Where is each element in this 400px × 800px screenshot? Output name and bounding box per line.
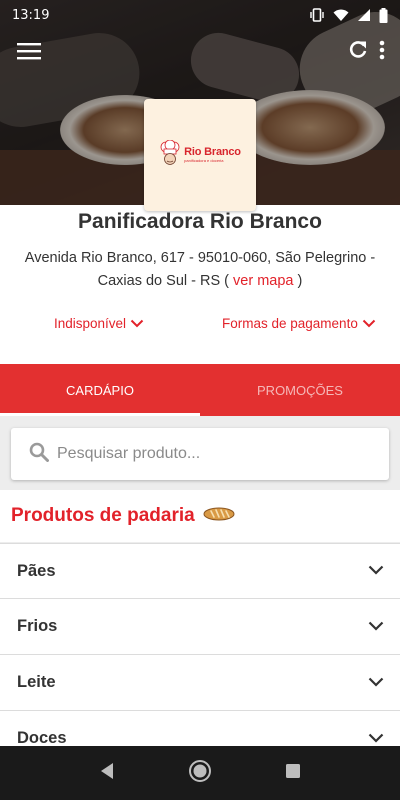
- home-button[interactable]: [180, 753, 220, 793]
- recents-icon: [285, 763, 301, 784]
- payment-methods-label: Formas de pagamento: [222, 316, 358, 331]
- logo-name: Rio Branco: [184, 146, 241, 158]
- store-logo: Rio Branco panificadora e doceria: [144, 99, 256, 211]
- address-close: ): [297, 273, 303, 289]
- tab-promotions[interactable]: PROMOÇÕES: [200, 364, 400, 416]
- category-label: Leite: [17, 673, 56, 691]
- tab-menu-label: CARDÁPIO: [66, 382, 134, 398]
- wifi-icon: [333, 8, 349, 22]
- tab-promotions-label: PROMOÇÕES: [257, 382, 343, 398]
- chevron-down-icon: [368, 730, 384, 748]
- system-navigation-bar: [0, 746, 400, 800]
- chevron-down-icon: [130, 316, 144, 331]
- chevron-down-icon: [368, 618, 384, 636]
- back-button[interactable]: [87, 753, 127, 793]
- vibrate-icon: [309, 7, 325, 23]
- home-icon: [188, 759, 212, 788]
- recents-button[interactable]: [273, 753, 313, 793]
- availability-label: Indisponível: [54, 316, 127, 331]
- search-icon: [29, 442, 49, 467]
- tab-bar: CARDÁPIO PROMOÇÕES: [0, 364, 400, 416]
- search-box[interactable]: [11, 428, 389, 480]
- chevron-down-icon: [368, 562, 384, 580]
- availability-dropdown[interactable]: Indisponível: [54, 316, 144, 331]
- address-text: Avenida Rio Branco, 617 - 95010-060, São…: [24, 250, 376, 289]
- chef-hat-icon: [159, 139, 181, 171]
- chevron-down-icon: [362, 316, 376, 331]
- refresh-icon: [348, 40, 368, 65]
- category-list: Pães Frios Leite Doces: [0, 543, 400, 767]
- bread-icon: [203, 506, 235, 527]
- menu-icon: [17, 42, 41, 65]
- category-label: Pães: [17, 561, 56, 580]
- more-options-button[interactable]: [372, 37, 392, 67]
- store-info-card: Panificadora Rio Branco Avenida Rio Bran…: [0, 205, 400, 364]
- search-input[interactable]: [57, 445, 357, 463]
- clock: 13:19: [12, 7, 50, 23]
- category-label: Frios: [17, 617, 58, 635]
- active-tab-indicator: [0, 413, 200, 416]
- refresh-button[interactable]: [344, 37, 372, 67]
- store-name: Panificadora Rio Branco: [78, 210, 322, 233]
- category-item[interactable]: Leite: [0, 655, 400, 711]
- back-icon: [99, 762, 115, 785]
- menu-button[interactable]: [12, 38, 46, 68]
- tab-menu[interactable]: CARDÁPIO: [0, 364, 200, 416]
- section-title: Produtos de padaria: [11, 505, 195, 526]
- status-bar: 13:19: [0, 0, 400, 30]
- more-vert-icon: [379, 40, 385, 65]
- category-item[interactable]: Frios: [0, 599, 400, 655]
- payment-methods-dropdown[interactable]: Formas de pagamento: [222, 316, 376, 331]
- signal-icon: [357, 8, 371, 22]
- battery-icon: [379, 7, 388, 23]
- store-address: Avenida Rio Branco, 617 - 95010-060, São…: [15, 247, 385, 293]
- category-item[interactable]: Pães: [0, 543, 400, 599]
- section-header: Produtos de padaria: [0, 490, 400, 542]
- logo-subtitle: panificadora e doceria: [184, 158, 224, 163]
- view-map-link[interactable]: ver mapa: [233, 273, 293, 289]
- chevron-down-icon: [368, 674, 384, 692]
